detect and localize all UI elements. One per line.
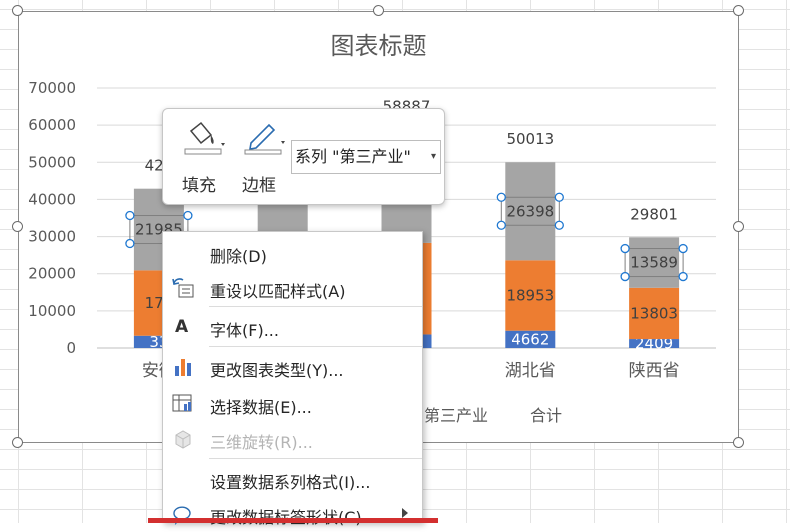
font-icon: A xyxy=(175,317,189,337)
y-tick-label: 70000 xyxy=(28,79,76,97)
border-button[interactable]: 边框 xyxy=(233,117,285,197)
y-tick-label: 30000 xyxy=(28,228,76,246)
resize-handle-middle-right[interactable] xyxy=(733,221,744,232)
series-selector-value: 系列 "第三产业" xyxy=(295,147,411,166)
menu-item-change-chart-type[interactable]: 更改图表类型(Y)... xyxy=(163,349,422,385)
data-label: 4662 xyxy=(511,330,549,348)
fill-label: 填充 xyxy=(182,176,216,196)
context-menu: 删除(D) 重设以匹配样式(A) A 字体(F)... 更改图表类型(Y)... xyxy=(162,231,423,527)
y-tick-label: 40000 xyxy=(28,190,76,208)
paint-bucket-icon xyxy=(181,121,229,165)
format-mini-toolbar: 填充 边框 系列 "第三产业" ▾ xyxy=(162,108,445,205)
label-handle xyxy=(496,220,506,230)
pen-icon xyxy=(241,121,289,165)
x-tick-label: 湖北省 xyxy=(505,361,556,381)
menu-item-label: 字体(F)... xyxy=(210,321,279,340)
menu-item-3d-rotation: 三维旋转(R)... xyxy=(163,421,422,457)
label-handle xyxy=(620,271,630,282)
label-handle xyxy=(125,210,135,221)
label-handle xyxy=(496,192,506,202)
label-handle xyxy=(183,210,193,221)
menu-item-change-label-shape[interactable]: 更改数据标签形状(C) xyxy=(163,496,422,532)
fill-button[interactable]: 填充 xyxy=(173,117,225,197)
total-label: 29801 xyxy=(630,205,678,223)
menu-item-label: 设置数据系列格式(I)... xyxy=(210,473,371,492)
3d-rotation-icon xyxy=(171,428,195,450)
reset-style-icon xyxy=(171,277,195,299)
resize-handle-top-right[interactable] xyxy=(733,5,744,16)
resize-handle-bottom-right[interactable] xyxy=(733,437,744,448)
menu-item-delete[interactable]: 删除(D) xyxy=(163,235,422,271)
menu-item-label: 更改数据标签形状(C) xyxy=(210,504,362,528)
data-label: 26398 xyxy=(506,202,554,220)
resize-handle-bottom-left[interactable] xyxy=(12,437,23,448)
highlight-box-edge xyxy=(148,518,438,523)
menu-item-select-data[interactable]: 选择数据(E)... xyxy=(163,386,422,422)
y-tick-label: 10000 xyxy=(28,302,76,320)
label-handle xyxy=(554,220,564,230)
resize-handle-top-left[interactable] xyxy=(12,5,23,16)
menu-item-label: 选择数据(E)... xyxy=(210,398,312,417)
label-handle xyxy=(678,271,688,282)
menu-item-label: 更改图表类型(Y)... xyxy=(210,361,344,380)
legend-item-total[interactable]: 合计 xyxy=(530,402,562,426)
menu-item-label: 删除(D) xyxy=(210,247,267,266)
resize-handle-top-center[interactable] xyxy=(373,5,384,16)
legend-item-third-industry[interactable]: 第三产业 xyxy=(424,402,488,426)
menu-separator xyxy=(209,346,422,347)
menu-separator xyxy=(209,458,422,459)
menu-item-format-data-series[interactable]: 设置数据系列格式(I)... xyxy=(163,461,422,497)
resize-handle-middle-left[interactable] xyxy=(12,221,23,232)
chart-type-icon xyxy=(171,356,195,378)
border-label: 边框 xyxy=(242,176,276,196)
chart-title[interactable]: 图表标题 xyxy=(18,26,739,61)
series-selector-dropdown[interactable]: 系列 "第三产业" ▾ xyxy=(291,140,441,174)
menu-item-label: 重设以匹配样式(A) xyxy=(210,282,346,301)
y-tick-label: 50000 xyxy=(28,153,76,171)
label-handle xyxy=(678,243,688,254)
data-label: 18953 xyxy=(506,286,554,304)
y-tick-label: 60000 xyxy=(28,116,76,134)
submenu-arrow-icon xyxy=(402,508,408,518)
label-handle xyxy=(554,192,564,202)
menu-item-label: 三维旋转(R)... xyxy=(210,433,313,452)
label-handle xyxy=(125,238,135,249)
chevron-down-icon: ▾ xyxy=(430,151,436,162)
data-label: 13589 xyxy=(630,254,678,272)
select-data-icon xyxy=(171,393,195,415)
menu-item-reset-style[interactable]: 重设以匹配样式(A) xyxy=(163,270,422,306)
data-label: 13803 xyxy=(630,304,678,322)
y-tick-label: 20000 xyxy=(28,265,76,283)
total-label: 50013 xyxy=(506,130,554,148)
menu-item-font[interactable]: A 字体(F)... xyxy=(163,309,422,345)
label-handle xyxy=(620,243,630,254)
x-tick-label: 陕西省 xyxy=(629,361,680,381)
menu-separator xyxy=(209,306,422,307)
y-tick-label: 0 xyxy=(66,339,76,357)
